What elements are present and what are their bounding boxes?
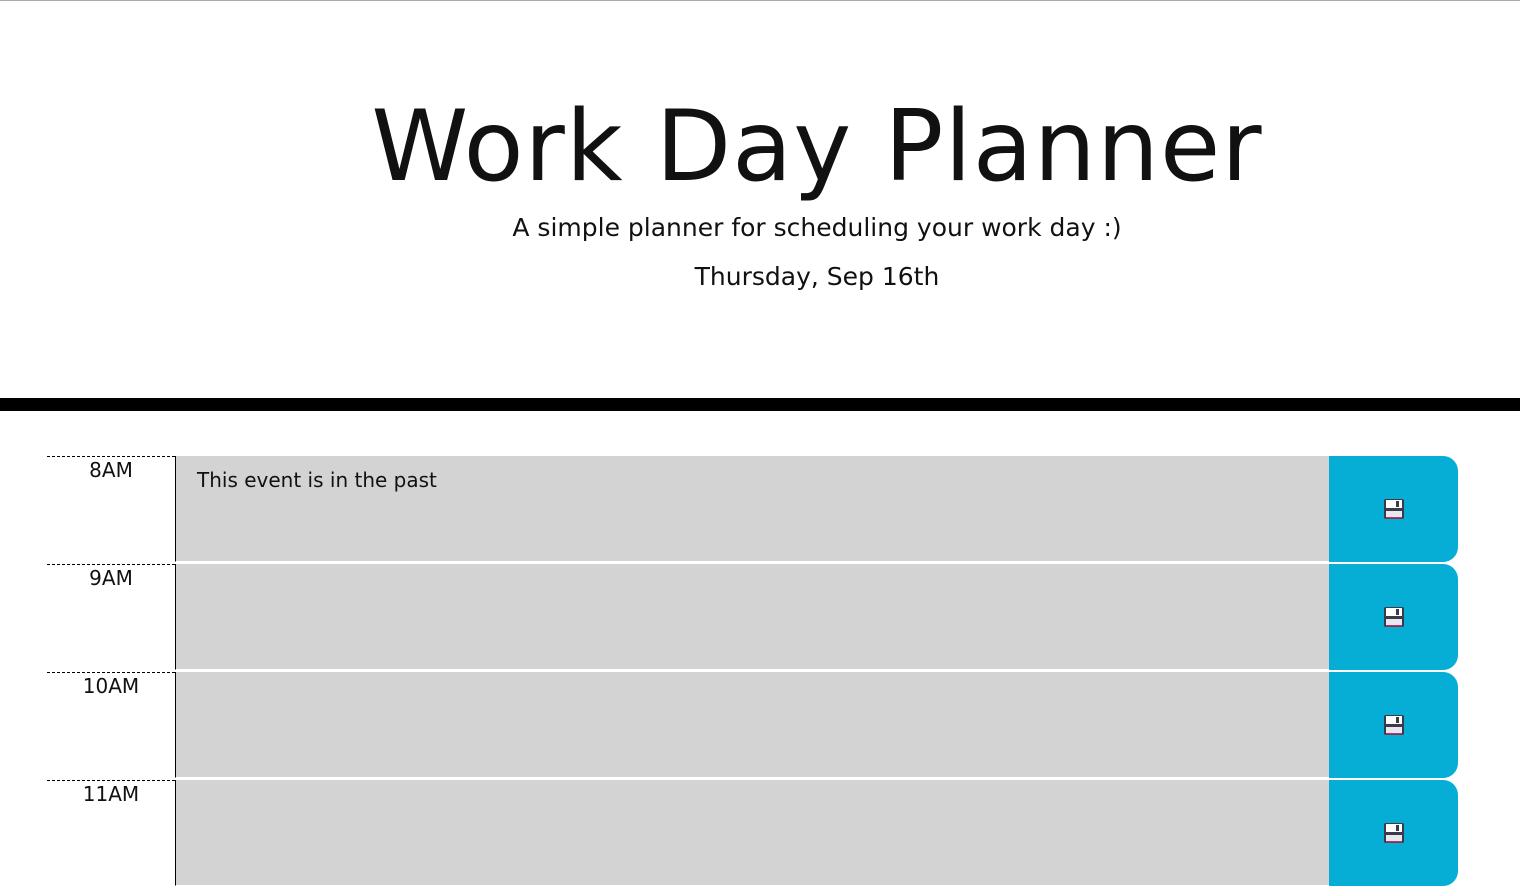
hour-label: 11AM bbox=[47, 780, 175, 886]
event-textarea[interactable] bbox=[175, 780, 1329, 886]
time-block-row: 8AM bbox=[0, 456, 1520, 562]
page-subtitle: A simple planner for scheduling your wor… bbox=[512, 213, 1122, 242]
header-divider bbox=[0, 398, 1520, 411]
save-button[interactable] bbox=[1329, 564, 1458, 670]
event-textarea[interactable] bbox=[175, 672, 1329, 778]
floppy-disk-icon bbox=[1383, 607, 1404, 627]
hour-label: 10AM bbox=[47, 672, 175, 778]
save-button[interactable] bbox=[1329, 672, 1458, 778]
floppy-disk-icon bbox=[1383, 499, 1404, 519]
event-textarea[interactable] bbox=[175, 456, 1329, 562]
hour-label: 9AM bbox=[47, 564, 175, 670]
page-header: Work Day Planner A simple planner for sc… bbox=[0, 0, 1520, 398]
time-block-row: 10AM bbox=[0, 672, 1520, 778]
event-textarea[interactable] bbox=[175, 564, 1329, 670]
save-button[interactable] bbox=[1329, 456, 1458, 562]
current-date: Thursday, Sep 16th bbox=[694, 262, 940, 291]
page-title: Work Day Planner bbox=[371, 90, 1263, 204]
time-block-row: 11AM bbox=[0, 780, 1520, 886]
floppy-disk-icon bbox=[1383, 715, 1404, 735]
hour-label: 8AM bbox=[47, 456, 175, 562]
save-button[interactable] bbox=[1329, 780, 1458, 886]
time-block-row: 9AM bbox=[0, 564, 1520, 670]
floppy-disk-icon bbox=[1383, 823, 1404, 843]
